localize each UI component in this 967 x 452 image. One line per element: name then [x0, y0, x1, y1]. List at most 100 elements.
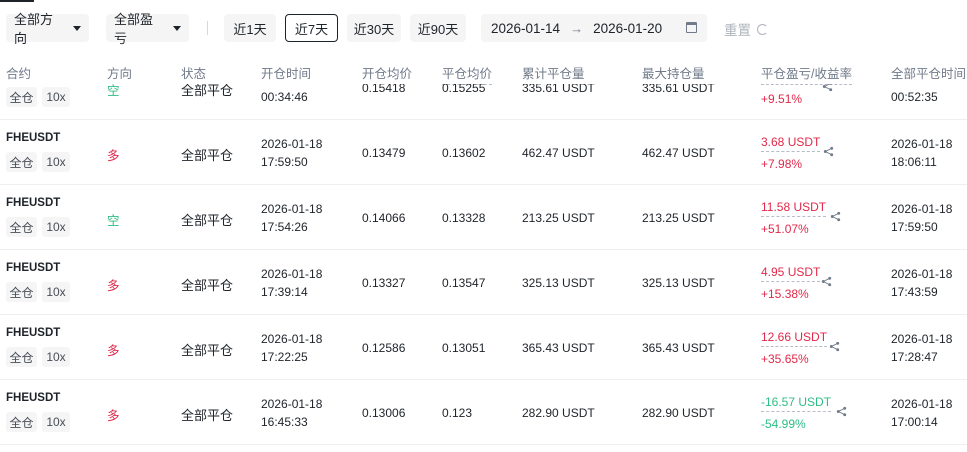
open-date: 2026-01-18: [261, 202, 323, 216]
direction-dropdown-label: 全部方向: [14, 12, 54, 46]
filter-bar: 全部方向 全部盈亏 近1天 近7天 近30天 近90天 2026-01-14 →…: [0, 0, 967, 56]
cum-close-amount: 282.90 USDT: [522, 406, 595, 420]
symbol-name[interactable]: FHEUSDT: [6, 392, 60, 404]
pnl-amount[interactable]: 4.95 USDT: [761, 265, 821, 282]
side-label: 空: [107, 214, 120, 228]
symbol-name[interactable]: FHEUSDT: [6, 132, 60, 144]
open-avg-price: 0.13327: [362, 276, 406, 290]
pnl-amount[interactable]: 3.68 USDT: [761, 135, 821, 152]
table-row[interactable]: FHEUSDT 全仓 10x 多 全部平仓 2026-01-18 16:45:33 0.130…: [0, 380, 967, 445]
close-date: 2026-01-18: [891, 332, 953, 346]
open-time: 17:54:26: [261, 220, 308, 234]
date-end: 2026-01-20: [593, 20, 663, 36]
divider: [207, 21, 208, 35]
pnl-amount[interactable]: -16.57 USDT: [761, 395, 832, 412]
caret-down-icon: [73, 25, 81, 31]
cum-close-amount: 325.13 USDT: [522, 276, 595, 290]
table-row[interactable]: FHEUSDT 全仓 10x 多 全部平仓 2026-01-18 17:39:14 0.133…: [0, 250, 967, 315]
open-avg-price: 0.12586: [362, 341, 406, 355]
margin-mode-tag: 全仓: [6, 87, 37, 107]
pnl-rate: +15.38%: [761, 287, 809, 301]
positions-table-body: 全仓 10x 空全部平仓 00:34:46 0.15418 0.15255 335.61 U…: [0, 84, 967, 452]
col-max-hold: 最大持仓量: [642, 67, 705, 81]
symbol-name[interactable]: FHEUSDT: [6, 197, 60, 209]
status-label: 全部平仓: [181, 84, 234, 98]
max-hold-amount: 325.13 USDT: [642, 276, 715, 290]
margin-mode-tag: 全仓: [6, 217, 37, 237]
status-label: 全部平仓: [181, 408, 234, 423]
margin-mode-tag: 全仓: [6, 152, 37, 172]
max-hold-amount: 213.25 USDT: [642, 211, 715, 225]
range-button-90d[interactable]: 近90天: [410, 14, 466, 42]
status-label: 全部平仓: [181, 278, 234, 293]
symbol-name[interactable]: FHEUSDT: [6, 327, 60, 339]
col-close-avg[interactable]: 平仓均价: [442, 63, 493, 85]
range-button-7d[interactable]: 近7天: [285, 14, 338, 42]
col-open-avg: 开仓均价: [362, 67, 413, 81]
max-hold-amount: 365.43 USDT: [642, 341, 715, 355]
col-pnl[interactable]: 平仓盈亏/收益率: [761, 63, 852, 85]
leverage-tag: 10x: [42, 347, 70, 367]
table-row[interactable]: 全仓 10x 空 全部平仓 00:34:46 0.15418 0.15255 335.61 U…: [0, 84, 967, 120]
symbol-name[interactable]: FHEUSDT: [6, 262, 60, 274]
table-row[interactable]: FHEUSDT 全仓 10x 多 全部平仓 2026-01-18 17:59:50 0.134…: [0, 120, 967, 185]
close-avg-price: 0.13051: [442, 341, 486, 355]
cum-close-amount: 213.25 USDT: [522, 211, 595, 225]
open-time: 00:34:46: [261, 90, 308, 104]
col-open-time: 开仓时间: [261, 67, 312, 81]
close-time: 17:00:14: [891, 415, 938, 429]
pnl-rate: +7.98%: [761, 157, 803, 171]
close-time: 17:59:50: [891, 220, 938, 234]
caret-down-icon: [173, 25, 181, 31]
share-icon[interactable]: [823, 146, 834, 157]
side-label: 多: [107, 409, 120, 423]
share-icon[interactable]: [829, 341, 840, 352]
col-cum-close: 累计平仓量: [522, 67, 585, 81]
share-icon[interactable]: [821, 276, 832, 287]
open-date: 2026-01-18: [261, 397, 323, 411]
share-icon[interactable]: [830, 211, 841, 222]
date-start: 2026-01-14: [491, 20, 561, 36]
side-label: 多: [107, 344, 120, 358]
range-button-30d[interactable]: 近30天: [347, 14, 401, 42]
date-range-picker[interactable]: 2026-01-14 → 2026-01-20: [481, 14, 707, 42]
col-status: 状态: [181, 67, 207, 81]
max-hold-amount: 282.90 USDT: [642, 406, 715, 420]
cum-close-amount: 462.47 USDT: [522, 146, 595, 160]
status-label: 全部平仓: [181, 213, 234, 228]
close-date: 2026-01-18: [891, 397, 953, 411]
pnl-rate: +35.65%: [761, 352, 809, 366]
open-time: 17:39:14: [261, 285, 308, 299]
table-row[interactable]: FHEUSDT 全仓 10x 空 全部平仓 2026-01-18 17:54:26 0.140…: [0, 185, 967, 250]
margin-mode-tag: 全仓: [6, 282, 37, 302]
pnl-rate: -54.99%: [761, 417, 806, 431]
close-avg-price: 0.15255: [442, 84, 486, 95]
pnl-dropdown[interactable]: 全部盈亏: [106, 12, 189, 46]
table-header: 合约 方向 状态 开仓时间 开仓均价 平仓均价 累计平仓量 最大持仓量 平仓盈亏…: [0, 58, 967, 85]
table-row[interactable]: FHEUSDT 全仓 10x 多 全部平仓 2026-01-18 17:22:25 0.125…: [0, 315, 967, 380]
status-label: 全部平仓: [181, 343, 234, 358]
close-time: 18:06:11: [891, 155, 937, 169]
reset-button[interactable]: 重置: [724, 19, 768, 39]
leverage-tag: 10x: [42, 282, 70, 302]
close-avg-price: 0.123: [442, 406, 473, 420]
pnl-amount[interactable]: 12.66 USDT: [761, 330, 828, 347]
side-label: 多: [107, 149, 120, 163]
cum-close-amount: 335.61 USDT: [522, 84, 595, 95]
calendar-icon: [686, 22, 697, 33]
share-icon[interactable]: [836, 406, 847, 417]
close-avg-price: 0.13547: [442, 276, 486, 290]
arrow-right-icon: →: [570, 20, 584, 36]
share-icon[interactable]: [822, 84, 833, 92]
open-time: 16:45:33: [261, 415, 308, 429]
range-button-1d[interactable]: 近1天: [224, 14, 276, 42]
close-avg-price: 0.13328: [442, 211, 486, 225]
close-avg-price: 0.13602: [442, 146, 486, 160]
open-time: 17:22:25: [261, 350, 308, 364]
direction-dropdown[interactable]: 全部方向: [6, 12, 89, 46]
margin-mode-tag: 全仓: [6, 412, 37, 432]
open-date: 2026-01-18: [261, 332, 323, 346]
open-avg-price: 0.13006: [362, 406, 406, 420]
pnl-amount[interactable]: 11.58 USDT: [761, 200, 827, 217]
pnl-rate: +9.51%: [761, 92, 803, 106]
